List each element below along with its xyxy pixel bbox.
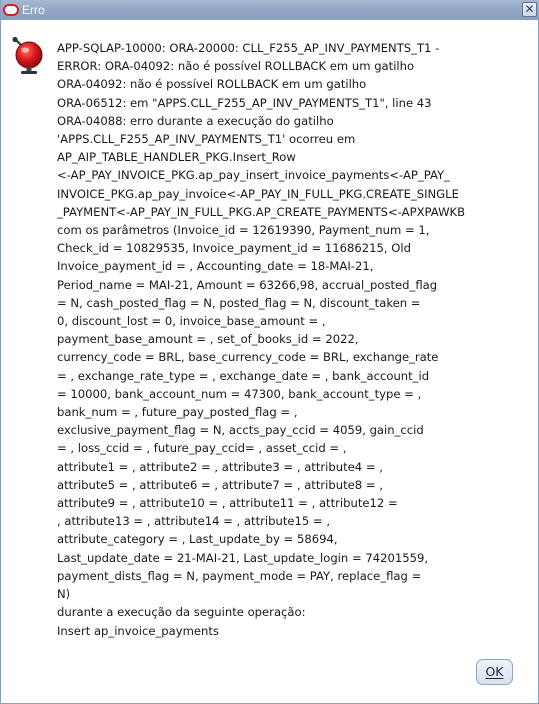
message-line: AP_AIP_TABLE_HANDLER_PKG.Insert_Row (57, 150, 296, 165)
error-dialog: Erro ✕ APP-SQLAP-10000: ORA-20000: CLL_F… (0, 0, 539, 704)
message-line: = , loss_ccid = , future_pay_ccid= , ass… (57, 441, 347, 456)
close-icon[interactable]: ✕ (522, 2, 537, 17)
message-line: = , exchange_rate_type = , exchange_date… (57, 368, 430, 383)
message-line: N) (57, 587, 71, 602)
message-line: <-AP_PAY_INVOICE_PKG.ap_pay_insert_invoi… (57, 168, 450, 183)
message-line: , attribute13 = , attribute14 = , attrib… (57, 514, 331, 529)
message-line: 0, discount_lost = 0, invoice_base_amoun… (57, 314, 326, 329)
message-line: Check_id = 10829535, Invoice_payment_id … (57, 241, 411, 256)
message-line: currency_code = BRL, base_currency_code … (57, 350, 439, 365)
message-line: = 10000, bank_account_num = 47300, bank_… (57, 386, 422, 401)
message-line: durante a execução da seguinte operação: (57, 605, 306, 620)
error-bell-icon (12, 36, 43, 74)
message-line: payment_dists_flag = N, payment_mode = P… (57, 568, 422, 583)
message-line: Invoice_payment_id = , Accounting_date =… (57, 259, 374, 274)
message-line: attribute_category = , Last_update_by = … (57, 532, 338, 547)
message-line: ORA-06512: em "APPS.CLL_F255_AP_INV_PAYM… (57, 95, 432, 110)
oracle-icon (3, 4, 19, 16)
message-line: 'APPS.CLL_F255_AP_INV_PAYMENTS_T1' ocorr… (57, 132, 356, 147)
message-line: = N, cash_posted_flag = N, posted_flag =… (57, 295, 421, 310)
ok-button[interactable]: OK (476, 659, 513, 685)
message-line: APP-SQLAP-10000: ORA-20000: CLL_F255_AP_… (57, 41, 440, 55)
message-line: ERROR: ORA-04092: não é possível ROLLBAC… (57, 59, 415, 74)
message-line: attribute5 = , attribute6 = , attribute7… (57, 477, 383, 492)
message-line: com os parâmetros (Invoice_id = 12619390… (57, 223, 430, 238)
message-line: attribute9 = , attribute10 = , attribute… (57, 496, 398, 511)
message-line: _PAYMENT<-AP_PAY_IN_FULL_PKG.AP_CREATE_P… (57, 204, 466, 219)
message-line: payment_base_amount = , set_of_books_id … (57, 332, 359, 347)
message-line: Last_update_date = 21-MAI-21, Last_updat… (57, 550, 429, 565)
message-line: Insert ap_invoice_payments (57, 623, 219, 638)
message-line: ORA-04088: erro durante a execução do ga… (57, 113, 334, 128)
message-line: attribute1 = , attribute2 = , attribute3… (57, 459, 383, 474)
message-line: INVOICE_PKG.ap_pay_invoice<-AP_PAY_IN_FU… (57, 186, 459, 201)
message-line: Period_name = MAI-21, Amount = 63266,98,… (57, 277, 438, 292)
window-title: Erro (22, 3, 45, 17)
error-message: APP-SQLAP-10000: ORA-20000: CLL_F255_AP_… (57, 39, 537, 640)
title-bar[interactable]: Erro ✕ (1, 0, 539, 20)
message-line: bank_num = , future_pay_posted_flag = , (57, 405, 298, 420)
message-line: ORA-04092: não é possível ROLLBACK em um… (57, 77, 367, 92)
message-line: exclusive_payment_flag = N, accts_pay_cc… (57, 423, 424, 438)
